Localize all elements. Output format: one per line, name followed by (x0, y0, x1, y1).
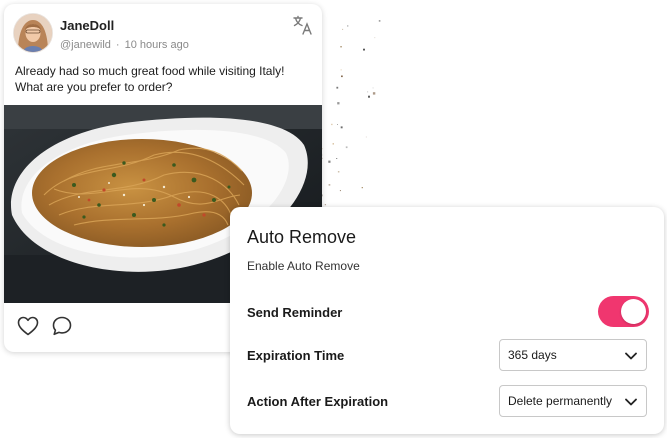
chevron-down-icon (625, 352, 637, 360)
panel-subtitle: Enable Auto Remove (247, 259, 360, 273)
author-handle[interactable]: @janewild (60, 39, 111, 51)
post-text-line: Already had so much great food while vis… (15, 64, 285, 78)
send-reminder-toggle[interactable] (598, 296, 649, 327)
auto-remove-panel: Auto Remove Enable Auto Remove Send Remi… (230, 207, 664, 434)
separator-dot: · (115, 39, 120, 51)
expiration-time-select[interactable]: 365 days (499, 339, 647, 371)
post-header: JaneDoll @janewild · 10 hours ago (14, 14, 314, 54)
avatar[interactable] (14, 14, 52, 52)
panel-title: Auto Remove (247, 227, 357, 247)
post-text: Already had so much great food while vis… (15, 64, 311, 95)
action-after-expiration-value: Delete permanently (508, 394, 613, 408)
post-time: 10 hours ago (124, 39, 189, 51)
expiration-time-label: Expiration Time (247, 348, 345, 363)
post-text-line: What are you prefer to order? (15, 79, 173, 94)
action-after-expiration-select[interactable]: Delete permanently (499, 385, 647, 417)
chevron-down-icon (625, 398, 637, 406)
comment-icon[interactable] (50, 314, 74, 338)
heart-icon[interactable] (16, 314, 40, 338)
send-reminder-label: Send Reminder (247, 305, 343, 320)
expiration-time-value: 365 days (508, 348, 557, 362)
toggle-knob (621, 299, 646, 324)
translate-icon[interactable] (292, 14, 314, 36)
author-name[interactable]: JaneDoll (60, 18, 114, 33)
action-after-expiration-label: Action After Expiration (247, 394, 389, 409)
author-meta: @janewild · 10 hours ago (60, 39, 189, 51)
